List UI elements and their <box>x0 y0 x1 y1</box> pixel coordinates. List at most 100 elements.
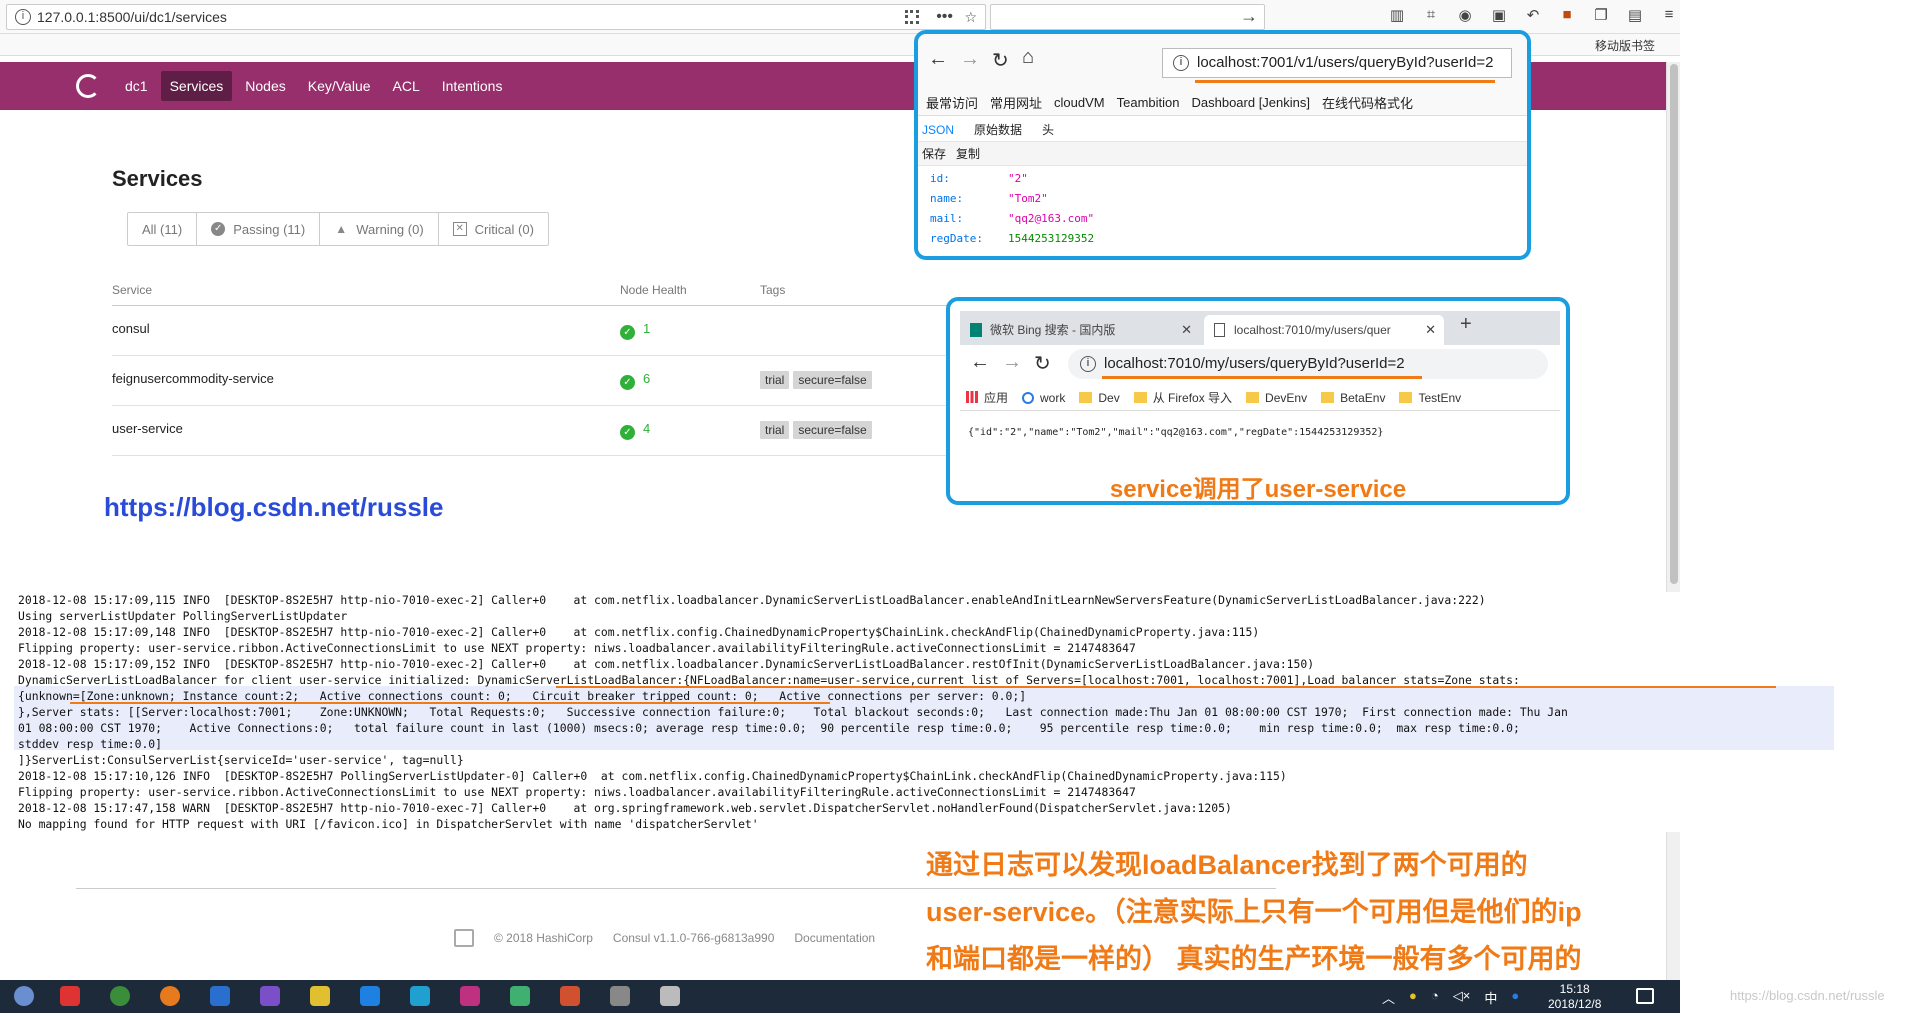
popup2-address-bar[interactable]: i localhost:7010/my/users/queryById?user… <box>1068 349 1548 379</box>
nav-intentions[interactable]: Intentions <box>433 71 512 101</box>
app-icon[interactable] <box>560 986 580 1006</box>
address-bar[interactable]: i 127.0.0.1:8500/ui/dc1/services ••• ☆ <box>6 4 986 30</box>
filter-warning[interactable]: ▲ Warning (0) <box>320 213 439 245</box>
nav-services[interactable]: Services <box>160 71 233 101</box>
bookmark-item[interactable]: Teambition <box>1117 95 1180 110</box>
tab-headers[interactable]: 头 <box>1042 121 1054 138</box>
app-icon[interactable] <box>610 986 630 1006</box>
nav-acl[interactable]: ACL <box>384 71 429 101</box>
json-row[interactable]: regDate: 1544253129352 <box>930 232 1094 252</box>
nav-nodes[interactable]: Nodes <box>236 71 294 101</box>
service-name[interactable]: feignusercommodity-service <box>112 371 274 386</box>
forward-arrow-icon[interactable]: → <box>1002 351 1022 374</box>
save-button[interactable]: 保存 <box>922 145 946 162</box>
bookmark-item[interactable]: Dashboard [Jenkins] <box>1191 95 1310 110</box>
app-icon[interactable] <box>60 986 80 1006</box>
console-scrollbar[interactable] <box>1666 836 1680 980</box>
info-icon[interactable]: i <box>1080 356 1096 372</box>
bookmark-item[interactable]: 在线代码格式化 <box>1322 93 1413 112</box>
table-row[interactable]: feignusercommodity-service ✓ 6 trial secu… <box>112 356 952 406</box>
screenshot-icon[interactable]: ⌗ <box>1420 6 1442 24</box>
volume-mute-icon[interactable]: ◁× <box>1453 988 1471 1007</box>
new-tab-plus-icon[interactable]: + <box>1460 313 1472 336</box>
json-row[interactable]: name: "Tom2" <box>930 192 1094 212</box>
table-row[interactable]: consul ✓ 1 <box>112 306 952 356</box>
reload-icon[interactable]: ↻ <box>1034 351 1051 376</box>
health-count: 1 <box>643 321 651 336</box>
menu-icon[interactable]: ≡ <box>1658 6 1680 24</box>
copy-button[interactable]: 复制 <box>956 145 980 162</box>
tab-bing[interactable]: 微软 Bing 搜索 - 国内版 ✕ <box>960 315 1200 345</box>
scrollbar-thumb[interactable] <box>1670 64 1678 584</box>
bookmark-item[interactable]: 应用 <box>966 389 1008 406</box>
mobile-bookmarks-link[interactable]: 移动版书签 <box>1595 37 1655 54</box>
nav-key-value[interactable]: Key/Value <box>299 71 380 101</box>
json-row[interactable]: id: "2" <box>930 172 1094 192</box>
sidebar-icon[interactable]: ▣ <box>1488 6 1510 24</box>
app-icon[interactable] <box>460 986 480 1006</box>
bookmark-item[interactable]: DevEnv <box>1246 391 1307 405</box>
app-icon[interactable] <box>360 986 380 1006</box>
wifi-icon[interactable]: ◔ <box>1431 988 1439 1007</box>
back-arrow-icon[interactable]: ← <box>928 48 948 71</box>
search-input[interactable]: → <box>990 4 1265 30</box>
filter-passing[interactable]: ✓ Passing (11) <box>197 213 321 245</box>
more-dots-icon[interactable]: ••• <box>936 5 953 29</box>
bookmark-item[interactable]: BetaEnv <box>1321 391 1385 405</box>
start-icon[interactable] <box>14 986 34 1006</box>
app-icon[interactable] <box>260 986 280 1006</box>
forward-arrow-icon[interactable]: → <box>960 48 980 71</box>
table-row[interactable]: user-service ✓ 4 trial secure=false <box>112 406 952 456</box>
app-icon[interactable] <box>210 986 230 1006</box>
service-name[interactable]: user-service <box>112 421 183 436</box>
bookmark-item[interactable]: 最常访问 <box>926 93 978 112</box>
tray-app-icon[interactable]: ● <box>1409 988 1417 1007</box>
filter-all[interactable]: All (11) <box>128 213 198 245</box>
folder-icon[interactable] <box>310 986 330 1006</box>
notification-icon[interactable] <box>1636 988 1654 1004</box>
service-name[interactable]: consul <box>112 321 150 336</box>
home-icon[interactable]: ⌂ <box>1022 46 1034 69</box>
back-arrow-icon[interactable]: ← <box>970 351 990 374</box>
footer-documentation-link[interactable]: Documentation <box>794 931 875 945</box>
blog-link[interactable]: https://blog.csdn.net/russle <box>104 492 443 523</box>
json-key: mail: <box>930 212 964 225</box>
tray-app2-icon[interactable]: ● <box>1511 988 1519 1007</box>
extension2-icon[interactable]: ▤ <box>1624 6 1646 24</box>
app-icon[interactable] <box>410 986 430 1006</box>
info-icon[interactable]: i <box>1173 55 1189 71</box>
bookmark-item[interactable]: cloudVM <box>1054 95 1105 110</box>
app-icon[interactable] <box>660 986 680 1006</box>
datacenter-selector[interactable]: dc1 <box>116 71 157 101</box>
bookmark-item[interactable]: 常用网址 <box>990 93 1042 112</box>
bookmark-star-icon[interactable]: ☆ <box>964 5 977 29</box>
json-row[interactable]: mail: "qq2@163.com" <box>930 212 1094 232</box>
qr-code-icon[interactable] <box>905 10 919 24</box>
undo-icon[interactable]: ↶ <box>1522 6 1544 24</box>
bookmark-item[interactable]: work <box>1022 391 1065 405</box>
info-icon[interactable]: i <box>15 9 31 25</box>
bookmark-item[interactable]: 从 Firefox 导入 <box>1133 389 1232 406</box>
chevron-up-icon[interactable]: ︿ <box>1382 988 1395 1007</box>
chat-icon[interactable]: ◉ <box>1454 6 1476 24</box>
library-icon[interactable]: ▥ <box>1386 6 1408 24</box>
reload-icon[interactable]: ↻ <box>992 48 1009 73</box>
tab-localhost[interactable]: localhost:7010/my/users/quer ✕ <box>1204 315 1444 345</box>
taskbar-clock[interactable]: 15:18 2018/12/8 <box>1548 982 1601 1012</box>
filter-critical[interactable]: ✕ Critical (0) <box>439 213 548 245</box>
extension-icon[interactable]: ■ <box>1556 6 1578 24</box>
tabs-icon[interactable]: ❐ <box>1590 6 1612 24</box>
tab-json[interactable]: JSON <box>922 123 954 137</box>
close-icon[interactable]: ✕ <box>1425 315 1436 345</box>
arrow-right-icon[interactable]: → <box>1240 6 1258 27</box>
tab-raw-data[interactable]: 原始数据 <box>974 121 1022 138</box>
popup1-address-bar[interactable]: i localhost:7001/v1/users/queryById?user… <box>1162 48 1512 83</box>
firefox-icon[interactable] <box>160 986 180 1006</box>
ime-indicator[interactable]: 中 <box>1484 988 1497 1007</box>
bookmark-item[interactable]: TestEnv <box>1399 391 1461 405</box>
close-icon[interactable]: ✕ <box>1181 315 1192 345</box>
app-icon[interactable] <box>510 986 530 1006</box>
chrome-icon[interactable] <box>110 986 130 1006</box>
consul-logo-icon[interactable] <box>76 74 100 98</box>
bookmark-item[interactable]: Dev <box>1079 391 1120 405</box>
